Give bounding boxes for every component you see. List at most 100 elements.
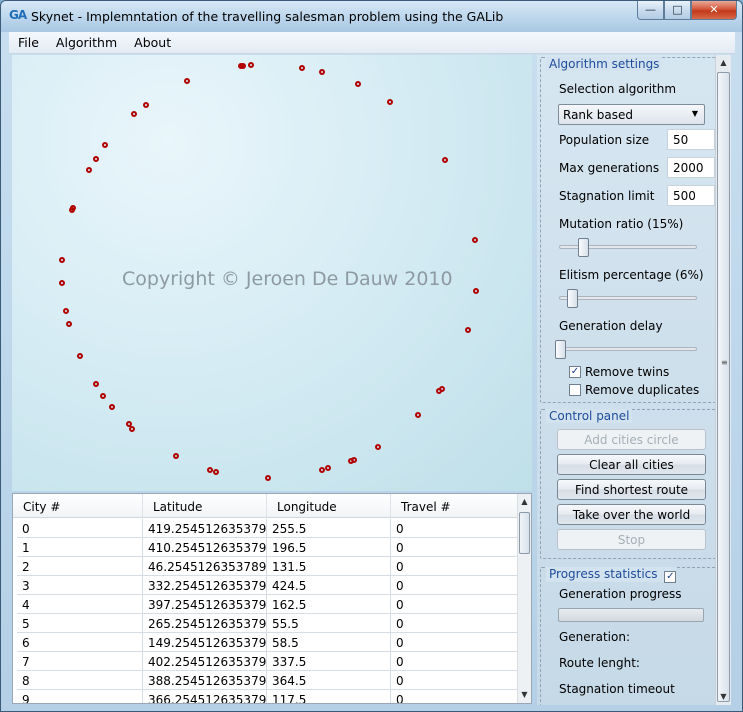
column-header-city[interactable]: City # xyxy=(13,494,143,517)
city-marker[interactable] xyxy=(442,157,448,163)
city-marker[interactable] xyxy=(131,111,137,117)
city-marker[interactable] xyxy=(248,62,254,68)
elitism-percentage-slider[interactable] xyxy=(559,296,697,300)
population-size-input[interactable]: 50 xyxy=(667,129,715,150)
panel-scroll-down-icon[interactable]: ▼ xyxy=(717,689,730,705)
remove-twins-checkbox[interactable]: ✓ xyxy=(569,366,581,378)
maximize-button[interactable]: □ xyxy=(664,1,691,20)
panel-scroll-up-icon[interactable]: ▲ xyxy=(717,55,730,71)
max-generations-input[interactable]: 2000 xyxy=(667,157,715,178)
stop-button[interactable]: Stop xyxy=(557,529,706,550)
scroll-up-icon[interactable]: ▲ xyxy=(518,494,531,510)
menu-about[interactable]: About xyxy=(125,32,179,53)
city-marker[interactable] xyxy=(77,353,83,359)
table-row[interactable]: 1 410.254512635379 196.5 0 xyxy=(17,538,519,557)
table-row[interactable]: 4 397.254512635379 162.5 0 xyxy=(17,595,519,614)
city-marker[interactable] xyxy=(143,102,149,108)
clear-all-cities-button[interactable]: Clear all cities xyxy=(557,454,706,475)
city-marker[interactable] xyxy=(129,426,135,432)
table-cell: 364.5 xyxy=(267,671,391,689)
city-marker[interactable] xyxy=(66,321,72,327)
menu-file[interactable]: File xyxy=(9,32,47,53)
take-over-the-world-button[interactable]: Take over the world xyxy=(557,504,706,525)
city-marker[interactable] xyxy=(472,237,478,243)
city-marker[interactable] xyxy=(213,469,219,475)
progress-statistics-checkbox[interactable]: ✓ xyxy=(664,571,677,583)
city-marker[interactable] xyxy=(86,167,92,173)
selection-algorithm-value: Rank based xyxy=(563,108,634,122)
city-marker[interactable] xyxy=(109,404,115,410)
stagnation-limit-input[interactable]: 500 xyxy=(667,185,715,206)
table-row[interactable]: 2 46.2545126353789 131.5 0 xyxy=(17,557,519,576)
city-marker[interactable] xyxy=(207,467,213,473)
table-row[interactable]: 0 419.254512635379 255.5 0 xyxy=(17,519,519,538)
table-cell: 6 xyxy=(17,633,143,651)
generation-progress-label: Generation progress xyxy=(559,587,682,601)
find-shortest-route-button[interactable]: Find shortest route xyxy=(557,479,706,500)
city-marker[interactable] xyxy=(299,65,305,71)
city-marker[interactable] xyxy=(69,207,75,213)
cities-canvas[interactable]: Copyright © Jeroen De Dauw 2010 xyxy=(12,55,532,491)
add-cities-circle-button[interactable]: Add cities circle xyxy=(557,429,706,450)
city-marker[interactable] xyxy=(238,63,244,69)
panel-scroll-thumb[interactable]: ≡ xyxy=(717,72,730,702)
grip-icon: ≡ xyxy=(721,358,728,367)
city-marker[interactable] xyxy=(102,142,108,148)
city-marker[interactable] xyxy=(473,288,479,294)
column-header-latitude[interactable]: Latitude xyxy=(143,494,267,517)
city-marker[interactable] xyxy=(59,257,65,263)
table-row[interactable]: 7 402.254512635379 337.5 0 xyxy=(17,652,519,671)
minimize-button[interactable]: — xyxy=(637,1,664,20)
city-marker[interactable] xyxy=(126,421,132,427)
city-marker[interactable] xyxy=(265,475,271,481)
city-marker[interactable] xyxy=(59,280,65,286)
city-marker[interactable] xyxy=(348,458,354,464)
city-marker[interactable] xyxy=(319,467,325,473)
city-marker[interactable] xyxy=(173,453,179,459)
city-marker[interactable] xyxy=(63,308,69,314)
table-body: 0 419.254512635379 255.5 0 1 410.254512635379… xyxy=(17,519,519,703)
city-marker[interactable] xyxy=(355,81,361,87)
title-bar[interactable]: GA Skynet - Implemntation of the travell… xyxy=(1,1,742,32)
scroll-down-icon[interactable]: ▼ xyxy=(518,687,531,703)
city-marker[interactable] xyxy=(387,99,393,105)
city-marker[interactable] xyxy=(100,393,106,399)
generation-label: Generation: xyxy=(559,630,630,644)
table-cell: 388.254512635379 xyxy=(143,671,267,689)
mutation-ratio-thumb[interactable] xyxy=(578,238,590,257)
table-row[interactable]: 6 149.254512635379 58.5 0 xyxy=(17,633,519,652)
table-cell: 4 xyxy=(17,595,143,613)
city-marker[interactable] xyxy=(184,78,190,84)
table-scroll-thumb[interactable] xyxy=(519,512,530,554)
generation-delay-slider[interactable] xyxy=(555,347,697,351)
generation-delay-thumb[interactable] xyxy=(555,340,566,359)
city-marker[interactable] xyxy=(436,388,442,394)
table-cell: 337.5 xyxy=(267,652,391,670)
elitism-percentage-thumb[interactable] xyxy=(566,289,578,308)
city-marker[interactable] xyxy=(325,465,331,471)
city-marker[interactable] xyxy=(93,156,99,162)
selection-algorithm-select[interactable]: Rank based ▼ xyxy=(558,104,705,125)
window-controls: — □ ✕ xyxy=(637,1,737,20)
selection-algorithm-label: Selection algorithm xyxy=(559,82,677,96)
city-marker[interactable] xyxy=(93,381,99,387)
city-marker[interactable] xyxy=(415,412,421,418)
table-cell: 255.5 xyxy=(267,519,391,537)
table-row[interactable]: 8 388.254512635379 364.5 0 xyxy=(17,671,519,690)
column-header-travel[interactable]: Travel # xyxy=(391,494,519,517)
table-row[interactable]: 9 366.254512635379 117.5 0 xyxy=(17,690,519,703)
table-header: City # Latitude Longitude Travel # xyxy=(13,494,519,518)
city-marker[interactable] xyxy=(465,327,471,333)
mutation-ratio-label: Mutation ratio (15%) xyxy=(559,217,684,231)
city-marker[interactable] xyxy=(319,69,325,75)
column-header-longitude[interactable]: Longitude xyxy=(267,494,391,517)
table-row[interactable]: 3 332.254512635379 424.5 0 xyxy=(17,576,519,595)
panel-scrollbar[interactable]: ▲ ≡ ▼ xyxy=(715,55,731,705)
main-window: GA Skynet - Implemntation of the travell… xyxy=(0,0,743,712)
city-marker[interactable] xyxy=(375,444,381,450)
table-scrollbar[interactable]: ▲ ▼ xyxy=(517,494,531,703)
table-row[interactable]: 5 265.254512635379 55.5 0 xyxy=(17,614,519,633)
remove-duplicates-checkbox[interactable] xyxy=(569,384,581,396)
close-button[interactable]: ✕ xyxy=(691,1,737,20)
menu-algorithm[interactable]: Algorithm xyxy=(47,32,125,53)
